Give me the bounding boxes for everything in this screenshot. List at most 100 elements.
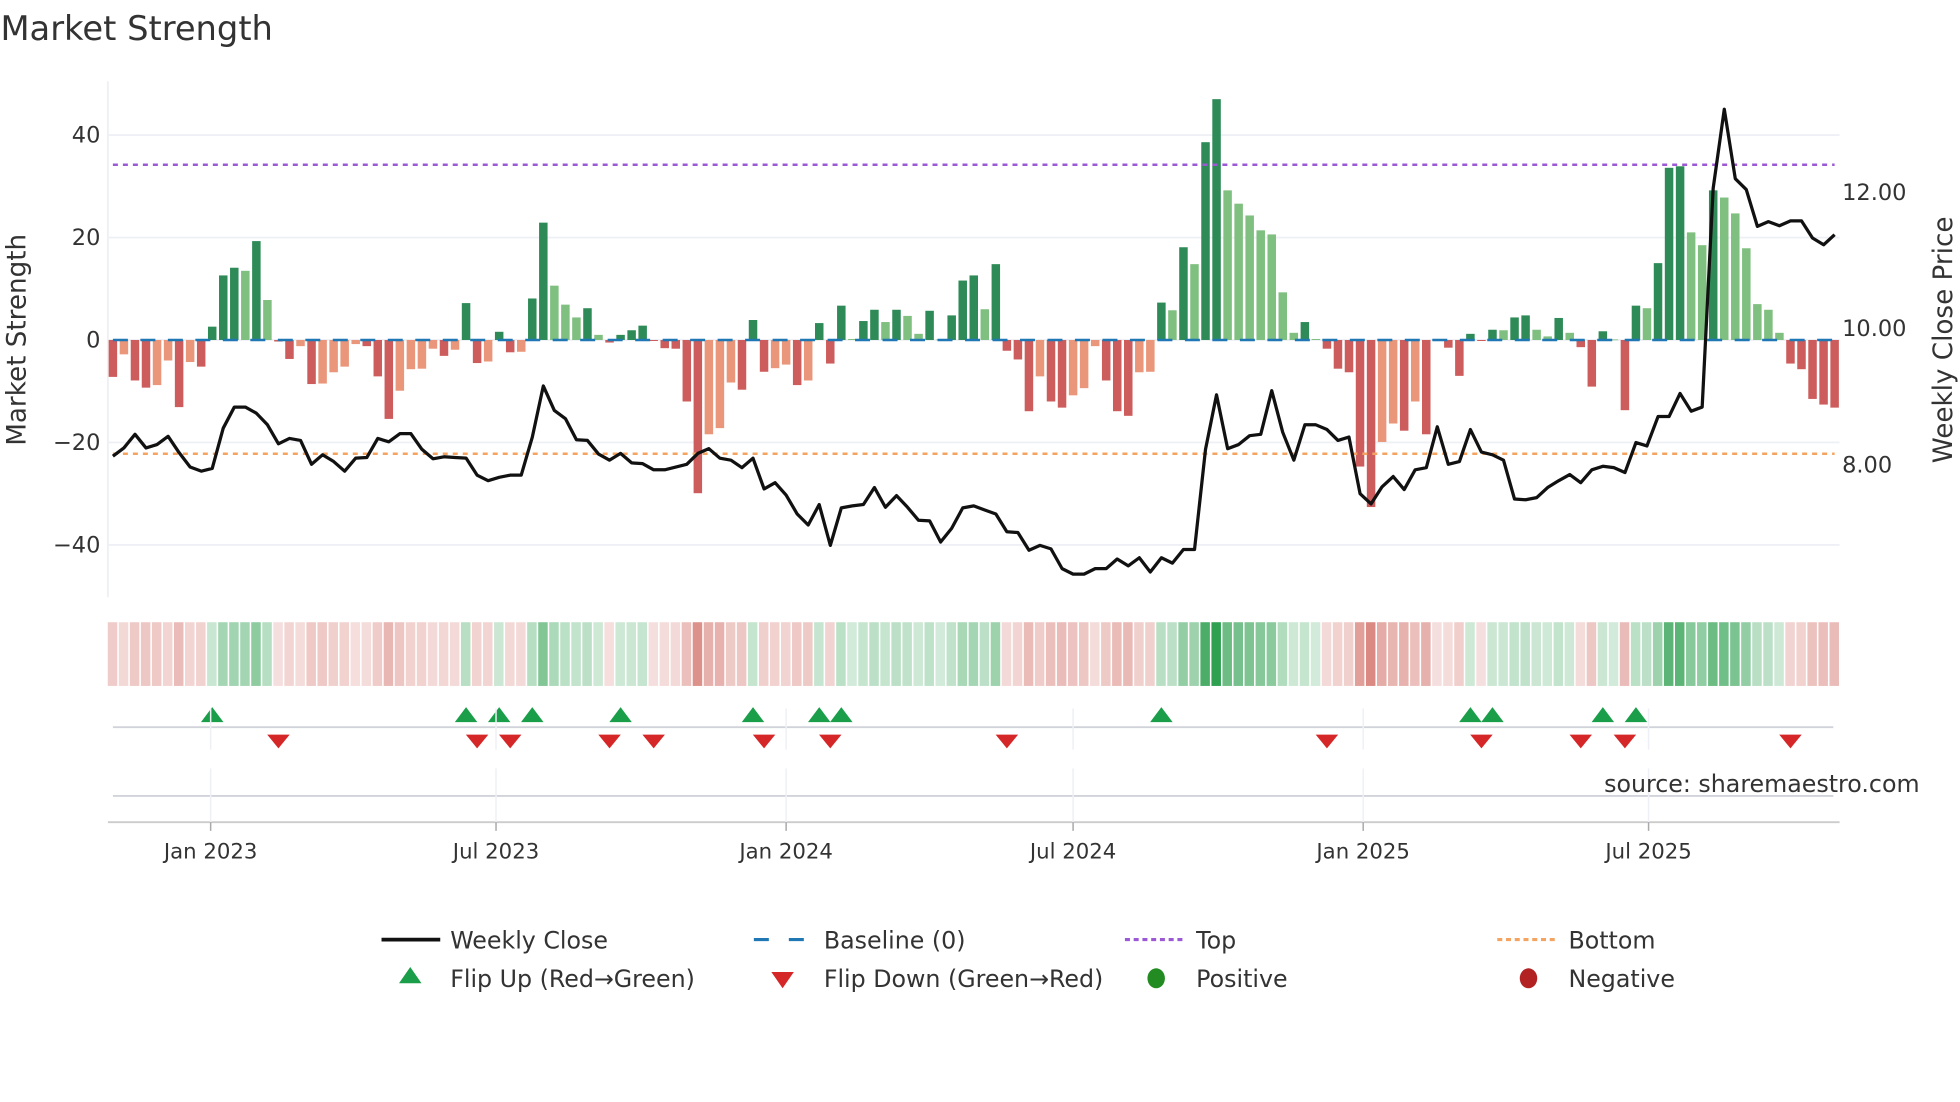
strength-bar — [219, 275, 228, 340]
strength-bar — [1223, 190, 1232, 340]
heat-cell — [1663, 622, 1674, 686]
strength-bar — [108, 339, 118, 377]
heat-cell — [1818, 622, 1828, 686]
heat-cell — [516, 622, 526, 686]
strength-bar — [748, 320, 758, 340]
heat-cell — [1421, 622, 1431, 686]
heat-cell — [1365, 622, 1376, 686]
heat-cell — [615, 622, 625, 686]
heat-cell — [747, 622, 758, 686]
strength-bar — [1068, 339, 1078, 396]
left-tick-label: 20 — [72, 225, 101, 251]
heat-cell — [1145, 622, 1155, 686]
strength-bar — [196, 339, 206, 367]
legend-item: Bottom — [1497, 926, 1655, 954]
heat-cell — [449, 622, 460, 686]
flip-up-marker — [200, 707, 224, 723]
heat-cell — [284, 622, 294, 686]
heat-cell — [1553, 622, 1564, 686]
heat-cell — [405, 622, 416, 686]
heat-cell — [1674, 622, 1685, 686]
strength-bar — [1675, 166, 1685, 340]
heat-cell — [1034, 622, 1045, 686]
flip-down-marker — [465, 734, 489, 749]
strength-bar — [1344, 339, 1354, 373]
strength-bar — [837, 305, 846, 340]
strength-bar — [517, 339, 526, 352]
market-strength-chart: Market Strength 40 20 0 −20 −40 12.00 10.00 8.0… — [0, 9, 1959, 993]
heat-cell — [262, 622, 272, 686]
right-axis-title: Weekly Close Price — [1929, 217, 1959, 464]
strength-bar — [1057, 339, 1067, 408]
heat-cell — [692, 622, 703, 686]
heat-cell — [140, 622, 151, 686]
heat-cell — [1443, 622, 1453, 686]
heat-cell — [471, 622, 482, 686]
heat-cell — [118, 622, 129, 686]
strength-bar — [969, 275, 979, 340]
legend-item: Baseline (0) — [753, 926, 966, 954]
heat-cell — [1487, 622, 1497, 686]
heat-cell — [648, 622, 659, 686]
legend-circle-icon — [1519, 968, 1538, 989]
heat-cell — [1299, 622, 1310, 686]
heat-cell — [207, 622, 217, 686]
strength-bar — [318, 339, 327, 384]
strength-bar — [1686, 232, 1696, 340]
left-tick-label: 0 — [86, 327, 100, 353]
legend-label: Baseline (0) — [824, 926, 966, 954]
strength-bar — [1190, 264, 1199, 340]
weekly-close-line — [111, 107, 1836, 576]
heat-cell — [505, 622, 515, 686]
legend-label: Flip Up (Red→Green) — [450, 965, 695, 993]
strength-bar — [1201, 142, 1210, 340]
legend-label: Positive — [1196, 965, 1287, 993]
heat-cell — [968, 622, 979, 686]
strength-bar — [881, 322, 890, 340]
strength-bar — [726, 339, 736, 383]
strength-bar — [1731, 213, 1740, 340]
left-axis-title: Market Strength — [2, 234, 32, 446]
strength-bar — [550, 285, 559, 340]
heat-cell — [295, 622, 305, 686]
strength-bar — [472, 339, 482, 364]
heat-cell — [1343, 622, 1354, 686]
flip-down-marker — [819, 734, 842, 749]
heat-cell — [1686, 622, 1696, 686]
heat-cell — [328, 622, 338, 686]
strength-bar — [1742, 248, 1751, 340]
heat-cell — [372, 622, 383, 686]
flip-down-marker — [1315, 734, 1339, 749]
strength-bar — [649, 339, 658, 342]
legend-label: Negative — [1568, 965, 1674, 993]
heat-cell — [1641, 622, 1652, 686]
flip-up-marker — [487, 707, 511, 723]
strength-bar — [1035, 339, 1045, 377]
heat-cell — [769, 622, 780, 686]
strength-bar — [1146, 339, 1155, 372]
heat-cell — [350, 622, 361, 686]
strength-bar — [814, 323, 824, 340]
strength-bar — [130, 339, 140, 381]
heat-cell — [979, 622, 990, 686]
left-tick-label: 40 — [72, 123, 101, 149]
strength-bar — [781, 339, 791, 365]
heat-cell — [1708, 622, 1718, 686]
heat-cell — [1509, 622, 1519, 686]
strength-bar — [1112, 339, 1122, 412]
heat-cell — [736, 622, 747, 686]
heat-cell — [560, 622, 570, 686]
strength-bar — [1664, 167, 1674, 340]
right-tick-label: 12.00 — [1842, 180, 1906, 206]
strength-bar — [870, 309, 879, 340]
flip-down-marker — [1470, 734, 1493, 749]
strength-bar — [715, 339, 725, 429]
heat-cell — [1619, 622, 1630, 686]
heat-cell — [1752, 622, 1762, 686]
strength-bar — [241, 270, 250, 340]
strength-bar — [1168, 310, 1177, 340]
flip-up-marker — [1150, 707, 1173, 723]
heat-cell — [1608, 622, 1619, 686]
heat-cell — [107, 622, 118, 686]
heat-cell — [1476, 622, 1486, 686]
